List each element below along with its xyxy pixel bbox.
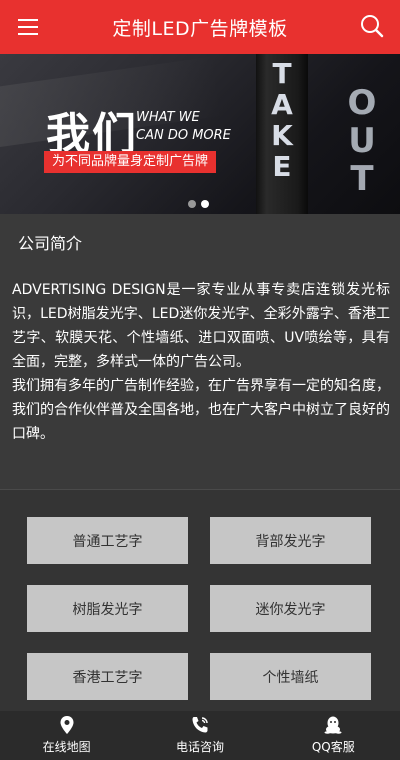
category-button[interactable]: 普通工艺字 — [27, 517, 188, 564]
banner-sign-text-secondary: OUT — [347, 83, 377, 199]
bottom-nav: 在线地图 电话咨询 QQ客服 — [0, 711, 400, 760]
category-button[interactable]: 迷你发光字 — [210, 585, 371, 632]
footer-tab-map[interactable]: 在线地图 — [0, 711, 133, 760]
footer-tab-phone[interactable]: 电话咨询 — [133, 711, 266, 760]
search-icon[interactable] — [358, 12, 386, 40]
carousel-dot-2[interactable] — [201, 200, 209, 208]
banner-english-line-2: CAN DO MORE — [136, 128, 231, 143]
category-button[interactable]: 个性墙纸 — [210, 653, 371, 700]
intro-paragraph-2: 我们拥有多年的广告制作经验，在广告界享有一定的知名度，我们的合作伙伴普及全国各地… — [12, 378, 390, 442]
menu-icon[interactable] — [14, 14, 42, 40]
phone-icon — [192, 717, 208, 733]
intro-paragraph-1: ADVERTISING DESIGN是一家专业从事专卖店连锁发光标识，LED树脂… — [12, 282, 390, 370]
banner-sign-text: TAKE — [271, 57, 293, 183]
category-grid: 普通工艺字 背部发光字 树脂发光字 迷你发光字 香港工艺字 个性墙纸 — [0, 489, 400, 711]
hero-banner[interactable]: TAKE OUT 我们 WHAT WE CAN DO MORE 为不同品牌量身定… — [0, 54, 400, 214]
category-button[interactable]: 香港工艺字 — [27, 653, 188, 700]
banner-english-line-1: WHAT WE — [136, 110, 200, 125]
company-intro-text: ADVERTISING DESIGN是一家专业从事专卖店连锁发光标识，LED树脂… — [12, 278, 390, 446]
footer-tab-label: 在线地图 — [42, 740, 91, 754]
map-pin-icon — [60, 716, 74, 734]
footer-tab-qq[interactable]: QQ客服 — [267, 711, 400, 760]
carousel-indicators — [188, 200, 209, 208]
carousel-dot-1[interactable] — [188, 200, 196, 208]
banner-tagline: 为不同品牌量身定制广告牌 — [44, 151, 217, 173]
page-title: 定制LED广告牌模板 — [112, 17, 288, 40]
qq-icon — [324, 716, 342, 734]
company-intro-section: 公司简介 ADVERTISING DESIGN是一家专业从事专卖店连锁发光标识，… — [0, 214, 400, 489]
category-button[interactable]: 树脂发光字 — [27, 585, 188, 632]
footer-tab-label: 电话咨询 — [175, 740, 224, 754]
footer-tab-label: QQ客服 — [311, 740, 355, 754]
section-heading: 公司简介 — [18, 234, 83, 253]
category-button[interactable]: 背部发光字 — [210, 517, 371, 564]
top-header: 定制LED广告牌模板 — [0, 0, 400, 54]
